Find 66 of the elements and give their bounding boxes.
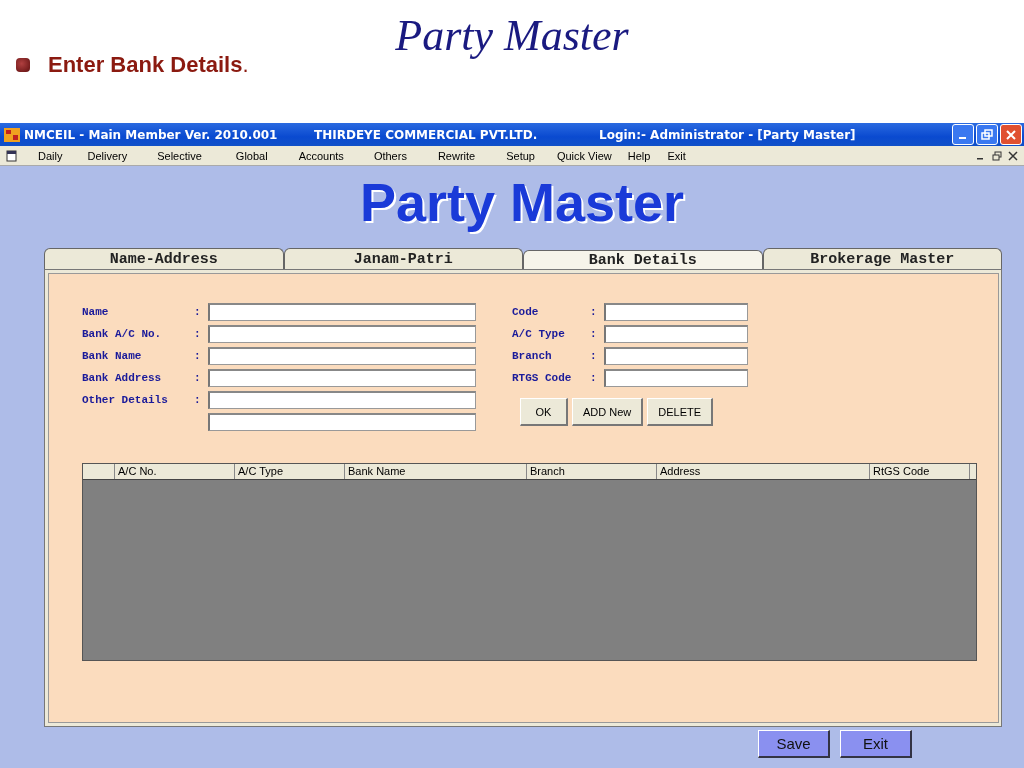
- input-field[interactable]: [208, 391, 476, 409]
- colon: :: [194, 328, 202, 340]
- colon: :: [194, 350, 202, 362]
- column-header[interactable]: A/C No.: [115, 464, 235, 479]
- column-header[interactable]: Branch: [527, 464, 657, 479]
- menu-item[interactable]: Help: [627, 149, 651, 162]
- input-field[interactable]: [208, 325, 476, 343]
- menu-item[interactable]: Daily: [38, 149, 63, 162]
- form-button[interactable]: OK: [520, 398, 568, 426]
- form-title: Party Master: [359, 172, 685, 232]
- close-icon[interactable]: [1008, 150, 1018, 161]
- field-label: Code: [512, 306, 540, 318]
- field-label: A/C Type: [512, 328, 566, 340]
- column-header[interactable]: RtGS Code: [870, 464, 970, 479]
- input-field[interactable]: [604, 347, 748, 365]
- menu-item[interactable]: Quick View: [556, 149, 612, 162]
- bullet-icon: [16, 58, 30, 72]
- company-name: THIRDEYE COMMERCIAL PVT.LTD.: [314, 127, 539, 142]
- app-icon: [4, 127, 20, 142]
- action-button[interactable]: Exit: [840, 730, 912, 758]
- field-label: Name: [82, 306, 110, 318]
- colon: :: [590, 306, 598, 318]
- colon: :: [590, 350, 598, 362]
- column-header[interactable]: Address: [657, 464, 870, 479]
- field-label: RTGS Code: [512, 372, 573, 384]
- input-field[interactable]: [208, 369, 476, 387]
- field-label: Bank Address: [82, 372, 163, 384]
- field-label: Bank Name: [82, 350, 143, 362]
- field-label: Other Details: [82, 394, 169, 406]
- restore-icon[interactable]: [992, 150, 1002, 161]
- column-header[interactable]: A/C Type: [235, 464, 345, 479]
- menu-item[interactable]: Delivery: [87, 149, 128, 162]
- input-field[interactable]: [208, 413, 476, 431]
- slide-title: Party Master: [395, 10, 629, 62]
- column-header[interactable]: Bank Name: [345, 464, 527, 479]
- menu-item[interactable]: Others: [373, 149, 407, 162]
- window-title: NMCEIL - Main Member Ver. 2010.001: [24, 127, 279, 142]
- colon: :: [194, 394, 202, 406]
- field-label: Branch: [512, 350, 553, 362]
- colon: :: [590, 372, 598, 384]
- input-field[interactable]: [208, 303, 476, 321]
- input-field[interactable]: [604, 369, 748, 387]
- colon: :: [194, 306, 202, 318]
- login-info: Login:- Administrator - [Party Master]: [599, 127, 856, 142]
- menu-item[interactable]: Setup: [506, 149, 535, 162]
- menu-item[interactable]: Exit: [667, 149, 686, 162]
- colon: :: [194, 372, 202, 384]
- tab[interactable]: Bank Details: [523, 250, 763, 269]
- menu-item[interactable]: Accounts: [298, 149, 344, 162]
- tab[interactable]: Name-Address: [44, 248, 284, 269]
- form-button[interactable]: DELETE: [647, 398, 714, 426]
- menu-item[interactable]: Selective: [157, 149, 202, 162]
- document-icon[interactable]: [6, 149, 20, 162]
- menu-item[interactable]: Rewrite: [437, 149, 476, 162]
- tab[interactable]: Janam-Patri: [283, 248, 523, 269]
- field-label: Bank A/C No.: [82, 328, 163, 340]
- input-field[interactable]: [604, 325, 748, 343]
- bullet-text: Enter Bank Details.: [48, 52, 249, 78]
- action-button[interactable]: Save: [758, 730, 830, 758]
- input-field[interactable]: [208, 347, 476, 365]
- input-field[interactable]: [604, 303, 748, 321]
- colon: :: [590, 328, 598, 340]
- form-button[interactable]: ADD New: [572, 398, 644, 426]
- restore-icon[interactable]: [976, 124, 998, 145]
- tab[interactable]: Brokerage Master: [762, 248, 1002, 269]
- menu-item[interactable]: Global: [235, 149, 268, 162]
